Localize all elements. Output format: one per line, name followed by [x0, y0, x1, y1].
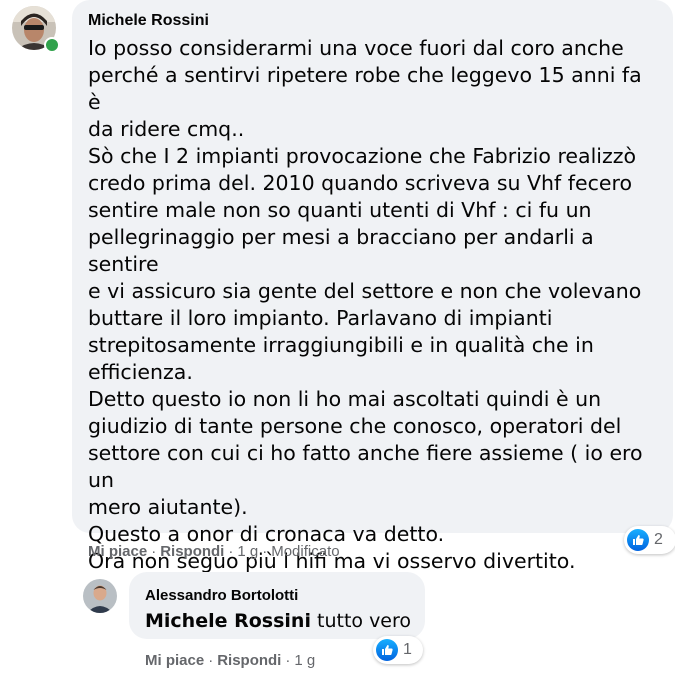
edited-label: Modificato	[271, 543, 340, 560]
separator: ·	[228, 543, 234, 560]
comment-bubble: Michele Rossini Io posso considerarmi un…	[72, 0, 673, 573]
reply-link[interactable]: Rispondi	[160, 543, 224, 560]
reply-body: Michele Rossini tutto vero	[145, 609, 411, 633]
timestamp-link[interactable]: 1 g	[294, 652, 315, 669]
reaction-count: 1	[403, 641, 412, 658]
reaction-summary[interactable]: 2	[624, 526, 675, 554]
mention-tag[interactable]: Michele Rossini	[145, 610, 311, 632]
reply-bubble: Alessandro Bortolotti Michele Rossini tu…	[129, 572, 425, 639]
reply-text: tutto vero	[310, 610, 412, 632]
avatar-alessandro-bortolotti[interactable]	[83, 579, 117, 613]
separator: ·	[262, 543, 268, 560]
comment-actions: Mi piace · Rispondi · 1 g · Modificato	[88, 543, 340, 560]
like-link[interactable]: Mi piace	[145, 652, 204, 669]
reply-link[interactable]: Rispondi	[217, 652, 281, 669]
comment-author[interactable]: Michele Rossini	[88, 11, 659, 31]
online-status-icon	[44, 37, 60, 53]
reaction-count: 2	[654, 531, 663, 548]
separator: ·	[151, 543, 157, 560]
reply-actions: Mi piace · Rispondi · 1 g	[145, 652, 315, 669]
separator: ·	[208, 652, 214, 669]
like-link[interactable]: Mi piace	[88, 543, 147, 560]
timestamp-link[interactable]: 1 g	[237, 543, 258, 560]
like-thumb-icon	[627, 529, 649, 551]
separator: ·	[285, 652, 291, 669]
reply-author[interactable]: Alessandro Bortolotti	[145, 586, 411, 605]
profile-photo	[83, 579, 117, 613]
reaction-summary[interactable]: 1	[373, 636, 423, 664]
like-thumb-icon	[376, 639, 398, 661]
comment-body: Io posso considerarmi una voce fuori dal…	[88, 36, 643, 573]
